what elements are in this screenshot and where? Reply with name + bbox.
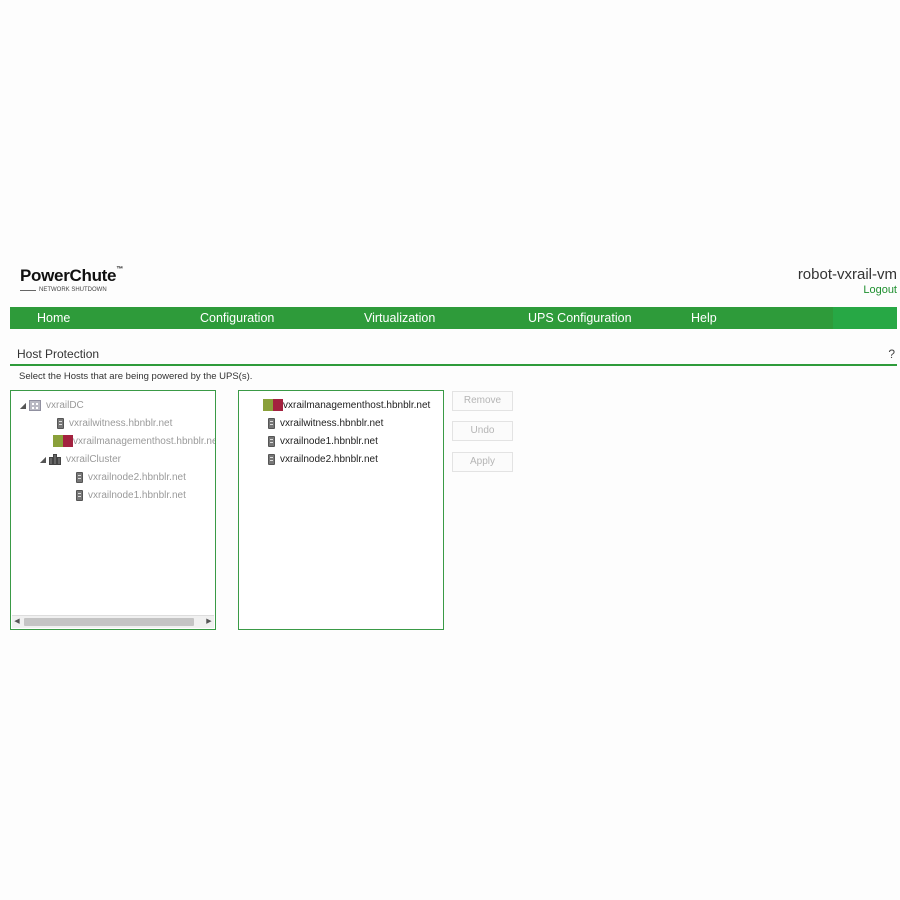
expand-arrow-icon[interactable]: ◢ <box>17 401 29 410</box>
instruction-text: Select the Hosts that are being powered … <box>19 371 253 382</box>
tree-node-datacenter[interactable]: ◢ vxrailDC <box>17 397 84 413</box>
horizontal-scrollbar[interactable]: ◀ ▶ <box>12 615 214 628</box>
list-item-label: vxrailnode1.hbnblr.net <box>280 435 378 447</box>
expand-arrow-icon[interactable]: ◢ <box>37 455 49 464</box>
list-item[interactable]: vxrailnode2.hbnblr.net <box>268 451 378 467</box>
tree-node-host[interactable]: vxrailwitness.hbnblr.net <box>57 415 172 431</box>
powerchute-logo: PowerChute™ NETWORK SHUTDOWN <box>20 266 123 293</box>
cluster-icon <box>49 453 61 465</box>
tree-node-label: vxrailwitness.hbnblr.net <box>69 417 173 429</box>
server-icon <box>57 417 64 429</box>
list-item[interactable]: vxrailwitness.hbnblr.net <box>268 415 383 431</box>
tree-node-label: vxrailCluster <box>66 453 122 465</box>
logo-subtitle: NETWORK SHUTDOWN <box>39 287 107 293</box>
tree-node-label: vxrailnode2.hbnblr.net <box>88 471 186 483</box>
datacenter-icon <box>29 399 41 411</box>
logo-title: PowerChute <box>20 266 117 285</box>
scroll-right-icon[interactable]: ▶ <box>204 616 214 628</box>
tree-node-host[interactable]: vxrailmanagementhost.hbnblr.ne <box>53 433 216 449</box>
list-item[interactable]: vxrailnode1.hbnblr.net <box>268 433 378 449</box>
server-icon <box>76 489 83 501</box>
tree-node-host[interactable]: vxrailnode2.hbnblr.net <box>76 469 186 485</box>
server-icon <box>268 435 275 447</box>
nav-bar-end <box>833 307 897 329</box>
main-nav: Home Configuration Virtualization UPS Co… <box>10 307 897 329</box>
tree-node-label: vxrailDC <box>46 399 84 411</box>
help-icon[interactable]: ? <box>888 347 895 361</box>
available-hosts-tree[interactable]: ◢ vxrailDC vxrailwitness.hbnblr.net vxra… <box>10 390 216 630</box>
scroll-left-icon[interactable]: ◀ <box>12 616 22 628</box>
section-divider <box>10 364 897 366</box>
server-icon <box>76 471 83 483</box>
list-item[interactable]: vxrailmanagementhost.hbnblr.net <box>263 397 430 413</box>
logout-link[interactable]: Logout <box>863 284 897 296</box>
selected-hosts-list[interactable]: vxrailmanagementhost.hbnblr.net vxrailwi… <box>238 390 444 630</box>
undo-button[interactable]: Undo <box>452 421 513 441</box>
nav-virtualization[interactable]: Virtualization <box>364 307 435 329</box>
vm-host-icon <box>53 435 73 447</box>
tree-node-label: vxrailmanagementhost.hbnblr.ne <box>73 435 216 447</box>
nav-ups-configuration[interactable]: UPS Configuration <box>528 307 632 329</box>
remove-button[interactable]: Remove <box>452 391 513 411</box>
apply-button[interactable]: Apply <box>452 452 513 472</box>
list-item-label: vxrailmanagementhost.hbnblr.net <box>283 399 431 411</box>
vm-host-icon <box>263 399 283 411</box>
nav-help[interactable]: Help <box>691 307 717 329</box>
hostname-label: robot-vxrail-vm <box>797 266 897 283</box>
tree-node-host[interactable]: vxrailnode1.hbnblr.net <box>76 487 186 503</box>
tree-node-cluster[interactable]: ◢ vxrailCluster <box>37 451 121 467</box>
logo-trademark: ™ <box>116 266 123 273</box>
nav-configuration[interactable]: Configuration <box>200 307 274 329</box>
nav-home[interactable]: Home <box>37 307 70 329</box>
list-item-label: vxrailwitness.hbnblr.net <box>280 417 384 429</box>
page-title: Host Protection <box>17 347 100 361</box>
scrollbar-thumb[interactable] <box>24 618 194 626</box>
server-icon <box>268 453 275 465</box>
list-item-label: vxrailnode2.hbnblr.net <box>280 453 378 465</box>
server-icon <box>268 417 275 429</box>
tree-node-label: vxrailnode1.hbnblr.net <box>88 489 186 501</box>
